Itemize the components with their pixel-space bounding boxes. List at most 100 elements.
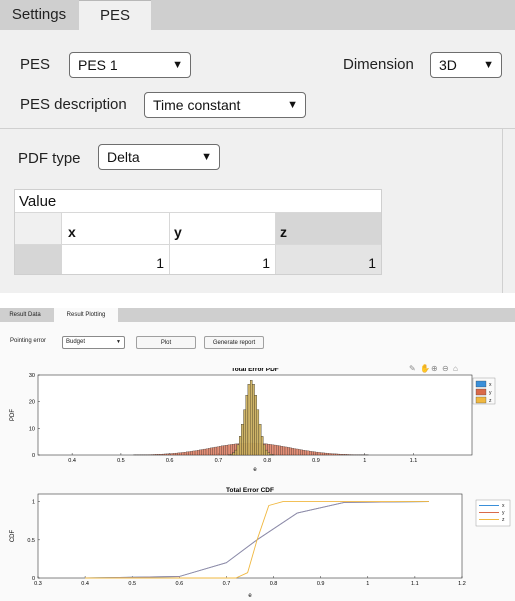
pdf-bar-z [243,409,246,456]
pdf-bar-y [219,446,222,456]
pdf-bar-y [306,450,310,456]
pdf-bar-y [333,453,336,456]
pdf-bar-y [341,454,345,456]
pdf-bar-y [199,449,202,456]
pdf-type-label: PDF type [18,150,81,167]
dimension-label: Dimension [343,56,414,73]
pdf-bar-y [192,450,196,456]
column-header-z: z [276,213,381,244]
table-cell-z[interactable]: 1 [276,244,381,274]
dimension-dropdown[interactable]: 3D ▼ [430,52,502,78]
x-tick-label: 0.5 [128,581,136,587]
pdf-bar-y [223,445,226,456]
pdf-bar-z [241,424,244,456]
pdf-bar-z [252,384,255,456]
pointing-error-dropdown[interactable]: Budget ▼ [62,336,125,349]
pdf-bar-y [328,453,332,456]
y-axis-label: CDF [10,530,16,543]
cdf-chart: Total Error CDF e CDF 0.3 0.4 0.5 0.6 0.7 0.8 0.9… [10,487,511,599]
pdf-bar-y [335,453,338,456]
chart-title: Total Error CDF [226,487,274,494]
pdf-bar-y [289,447,292,456]
pdf-bar-y [186,451,189,456]
pointing-error-label: Pointing error [10,338,47,344]
pdf-bar-y [330,453,334,456]
pdf-bar-z [249,380,253,456]
pdf-bar-y [205,448,209,456]
pdf-bar-y [313,451,316,456]
pes-description-dropdown[interactable]: Time constant ▼ [144,92,306,118]
column-header-x: x [62,213,170,244]
pdf-bar-y [172,453,176,456]
pdf-bar-z [247,384,251,456]
pdf-bar-z [260,436,264,456]
section-divider [0,128,515,129]
y-tick-label: 30 [29,373,35,379]
pdf-bar-y [287,447,290,456]
tab-pes[interactable]: PES [79,0,151,30]
pdf-bar-y [164,453,167,456]
x-axis-label: e [248,593,252,599]
pdf-bar-y [291,448,294,456]
pdf-bar-y [311,451,314,456]
pdf-bar-y [324,452,327,456]
table-cell-y[interactable]: 1 [170,244,276,274]
table-cell-x[interactable]: 1 [62,244,170,274]
x-tick-label: 0.9 [317,581,325,587]
pdf-bar-y [175,452,178,456]
pdf-type-value: Delta [107,149,140,165]
result-plotting-panel: Result Data Result Plotting Pointing err… [0,308,515,601]
x-tick-label: 0.6 [166,458,174,464]
tab-settings[interactable]: Settings [0,0,78,30]
pointing-error-value: Budget [66,339,86,345]
plot-button[interactable]: Plot [136,336,196,349]
chevron-down-icon: ▼ [172,59,183,71]
pdf-bar-y [155,454,158,456]
pdf-bar-y [183,452,187,456]
x-tick-label: 1.1 [411,581,419,587]
pdf-bar-y [337,453,340,456]
x-tick-label: 0.6 [176,581,184,587]
pdf-type-dropdown[interactable]: Delta ▼ [98,144,220,170]
x-tick-label: 1 [366,581,369,587]
y-tick-label: 0.5 [27,538,35,544]
x-tick-label: 0.7 [223,581,231,587]
pdf-bar-y [153,454,156,456]
pdf-bar-y [295,448,299,456]
pdf-bar-y [221,445,224,456]
pdf-bar-y [194,450,198,456]
generate-report-button[interactable]: Generate report [204,336,264,349]
y-tick-label: 1 [32,500,35,506]
pdf-bar-y [179,452,182,456]
pdf-bar-y [201,449,204,456]
tab-result-plotting[interactable]: Result Plotting [54,308,118,322]
pdf-bar-z [239,436,242,456]
x-tick-label: 0.7 [215,458,223,464]
x-tick-label: 0.8 [263,458,271,464]
pdf-bar-y [293,448,297,456]
pdf-bar-y [302,450,305,456]
pdf-bar-y [225,445,229,456]
y-tick-label: 10 [29,426,35,432]
pdf-bar-z [232,452,235,456]
pdf-bar-y [177,452,180,456]
pdf-bar-y [339,454,343,456]
legend-label-y: y [489,390,492,396]
x-axis-label: e [253,467,257,473]
y-tick-label: 0 [32,576,35,582]
pdf-bar-y [304,450,308,456]
pdf-bar-z [258,424,262,456]
pdf-bar-y [197,450,200,456]
pes-dropdown[interactable]: PES 1 ▼ [69,52,191,78]
pdf-bar-y [298,449,301,456]
pdf-bar-y [315,451,319,456]
pdf-bar-y [326,453,330,456]
pdf-bar-y [278,445,281,456]
pes-label: PES [20,56,51,73]
pdf-bar-z [234,449,238,456]
legend-swatch-x [475,380,487,388]
tab-result-data[interactable]: Result Data [0,308,50,322]
pdf-bar-y [203,448,207,456]
pes-settings-panel: Settings PES PES PES 1 ▼ Dimension 3D ▼ … [0,0,515,293]
bottom-tab-bar: Result Data Result Plotting [0,308,515,322]
